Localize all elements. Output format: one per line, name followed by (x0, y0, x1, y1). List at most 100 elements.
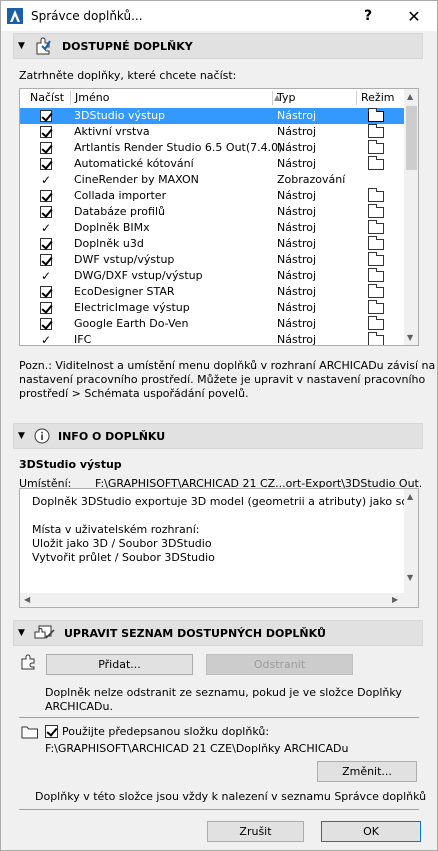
separator (19, 717, 419, 718)
section-edit-header[interactable]: ▼ UPRAVIT SEZNAM DOSTUPNÝCH DOPLŇKŮ (13, 620, 423, 646)
scroll-down-icon[interactable]: ▼ (407, 333, 413, 342)
table-row[interactable]: Databáze profilů Nástroj (20, 204, 404, 220)
table-row[interactable]: Automatické kótování Nástroj (20, 156, 404, 172)
section-info-title: INFO O DOPLŇKU (58, 429, 166, 443)
mode-folder-icon (368, 252, 384, 266)
load-check-icon[interactable]: ✓ (41, 332, 51, 345)
table-row[interactable]: ElectricImage výstup Nástroj (20, 300, 404, 316)
table-row[interactable]: Collada importer Nástroj (20, 188, 404, 204)
scroll-left-icon[interactable]: ◀ (24, 595, 30, 604)
collapse-arrow-icon[interactable]: ▼ (18, 41, 28, 51)
mode-folder-icon (368, 124, 384, 138)
description-hscrollbar[interactable]: ◀ ▶ (20, 593, 404, 607)
mode-folder-icon (368, 156, 384, 170)
addon-name-cell: ElectricImage výstup (74, 301, 190, 314)
col-header-type[interactable]: Typ (277, 89, 296, 106)
change-button[interactable]: Změnit... (317, 761, 417, 782)
load-checkbox[interactable] (40, 110, 52, 122)
table-row[interactable]: Artlantis Render Studio 6.5 Out(7.4.0) Ná… (20, 140, 404, 156)
addon-name-cell: Artlantis Render Studio 6.5 Out(7.4.0) (74, 141, 283, 154)
load-checkbox[interactable] (40, 238, 52, 250)
table-row[interactable]: ✓ DWG/DXF vstup/výstup Nástroj (20, 268, 404, 284)
remove-button[interactable]: Odstranit (206, 654, 353, 675)
note-line-3: prostředí > Schémata uspořádání povelů. (19, 387, 249, 400)
description-line: Doplněk 3DStudio exportuje 3D model (geo… (32, 495, 419, 508)
description-line: Uložit jako 3D / Soubor 3DStudio (32, 537, 212, 550)
addon-type-cell: Nástroj (277, 285, 317, 298)
use-folder-label[interactable]: Použijte předepsanou složku doplňků: (62, 725, 269, 738)
table-row[interactable]: ✓ IFC Nástroj (20, 332, 404, 346)
load-checkbox[interactable] (40, 142, 52, 154)
section-available-header[interactable]: ▼ DOSTUPNÉ DOPLŇKY (13, 33, 423, 59)
table-scrollbar[interactable]: ▲ ▼ (404, 89, 418, 345)
addon-name-cell: Doplněk BIMx (74, 221, 150, 234)
load-checkbox[interactable] (40, 254, 52, 266)
addon-type-cell: Nástroj (277, 301, 317, 314)
mode-folder-icon (368, 332, 384, 345)
table-row[interactable]: EcoDesigner STAR Nástroj (20, 284, 404, 300)
load-check-icon[interactable]: ✓ (41, 172, 51, 188)
table-row[interactable]: 3DStudio výstup Nástroj (20, 108, 404, 124)
addon-type-cell: Nástroj (277, 333, 317, 346)
puzzle-add-icon (21, 654, 35, 670)
addon-description[interactable]: Doplněk 3DStudio exportuje 3D model (geo… (19, 488, 419, 608)
scroll-up-icon[interactable]: ▲ (407, 92, 413, 101)
load-checkbox[interactable] (40, 302, 52, 314)
mode-folder-icon (368, 268, 384, 282)
collapse-arrow-icon[interactable]: ▼ (18, 431, 28, 441)
mode-folder-icon (368, 140, 384, 154)
scroll-down-icon[interactable]: ▼ (407, 573, 413, 582)
mode-folder-icon (368, 300, 384, 314)
load-check-icon[interactable]: ✓ (41, 220, 51, 236)
mode-folder-icon (368, 236, 384, 250)
section-info-header[interactable]: ▼ INFO O DOPLŇKU (13, 423, 423, 449)
add-button[interactable]: Přidat... (46, 654, 193, 675)
mode-folder-icon (368, 220, 384, 234)
addon-type-cell: Nástroj (277, 157, 317, 170)
note-line-1: Pozn.: Viditelnost a umístění menu doplň… (19, 359, 436, 372)
load-check-icon[interactable]: ✓ (41, 268, 51, 284)
col-divider (356, 91, 357, 105)
load-checkbox[interactable] (40, 158, 52, 170)
addon-name: 3DStudio výstup (19, 458, 122, 471)
load-checkbox[interactable] (40, 190, 52, 202)
addon-type-cell: Nástroj (277, 125, 317, 138)
load-checkbox[interactable] (40, 126, 52, 138)
ok-button[interactable]: OK (321, 821, 421, 842)
addon-name-cell: Databáze profilů (74, 205, 165, 218)
col-header-load[interactable]: Načíst (30, 89, 64, 106)
addon-manager-window: Správce doplňků... ? ✕ ▼ DOSTUPNÉ DOPLŇK… (0, 0, 438, 851)
load-checkbox[interactable] (40, 318, 52, 330)
table-row[interactable]: Aktivní vrstva Nástroj (20, 124, 404, 140)
table-row[interactable]: ✓ CineRender by MAXON Zobrazování (20, 172, 404, 188)
description-scrollbar[interactable]: ▲ ▼ (404, 489, 418, 607)
addon-type-cell: Nástroj (277, 205, 317, 218)
use-folder-checkbox[interactable] (45, 725, 58, 738)
archicad-app-icon (7, 8, 23, 24)
table-row[interactable]: Doplněk u3d Nástroj (20, 236, 404, 252)
scroll-right-icon[interactable]: ▶ (392, 595, 398, 604)
addon-table[interactable]: Načíst Jméno ▲ Typ Režim 3DStudio výstup… (19, 88, 419, 346)
col-header-mode[interactable]: Režim (361, 89, 394, 106)
scroll-thumb[interactable] (406, 106, 417, 170)
table-row[interactable]: ✓ Doplněk BIMx Nástroj (20, 220, 404, 236)
help-button[interactable]: ? (345, 1, 391, 31)
description-line: Vytvořit průlet / Soubor 3DStudio (32, 551, 215, 564)
table-row[interactable]: DWF vstup/výstup Nástroj (20, 252, 404, 268)
remove-note-line-1: Doplněk nelze odstranit ze seznamu, poku… (45, 686, 402, 699)
scroll-up-icon[interactable]: ▲ (407, 492, 413, 501)
collapse-arrow-icon[interactable]: ▼ (18, 628, 28, 638)
table-row[interactable]: Google Earth Do-Ven Nástroj (20, 316, 404, 332)
col-header-name[interactable]: Jméno (75, 89, 109, 106)
cancel-button[interactable]: Zrušit (207, 821, 304, 842)
addon-name-cell: Google Earth Do-Ven (74, 317, 189, 330)
col-divider (70, 91, 71, 105)
close-button[interactable]: ✕ (391, 1, 437, 31)
mode-folder-icon (368, 316, 384, 330)
addon-type-cell: Nástroj (277, 189, 317, 202)
load-checkbox[interactable] (40, 286, 52, 298)
addon-type-cell: Zobrazování (277, 173, 346, 186)
folder-icon (21, 726, 38, 739)
load-checkbox[interactable] (40, 206, 52, 218)
mode-folder-icon (368, 284, 384, 298)
